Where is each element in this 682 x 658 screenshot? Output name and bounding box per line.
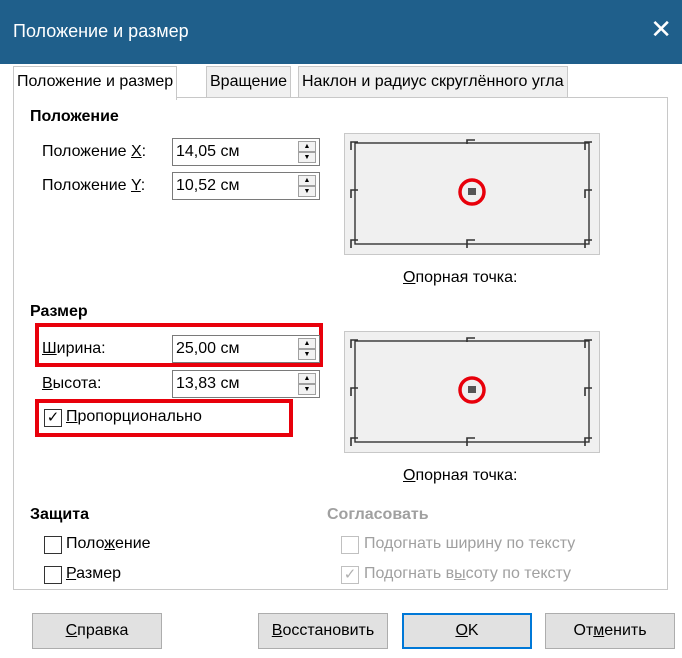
spin-down-icon[interactable]: ▼	[298, 349, 316, 360]
protect-position-label[interactable]: Положение	[66, 535, 151, 553]
tab-rotation[interactable]: Вращение	[206, 66, 292, 98]
spin-up-icon[interactable]: ▲	[298, 141, 316, 152]
keep-ratio-label[interactable]: Пропорционально	[66, 408, 202, 426]
protect-size-label[interactable]: Размер	[66, 565, 121, 583]
protect-size-checkbox[interactable]	[44, 566, 62, 584]
tab-position-size[interactable]: Положение и размер	[13, 66, 178, 100]
spin-down-icon[interactable]: ▼	[298, 152, 316, 163]
spin-up-icon[interactable]: ▲	[298, 338, 316, 349]
reference-frame-icon	[350, 139, 592, 248]
position-reference-point-grid[interactable]	[344, 133, 600, 255]
close-icon[interactable]: ✕	[650, 16, 672, 42]
spin-down-icon[interactable]: ▼	[298, 186, 316, 197]
spin-up-icon[interactable]: ▲	[298, 373, 316, 384]
position-reference-caption: Опорная точка:	[403, 269, 518, 286]
tab-slant-corner-radius[interactable]: Наклон и радиус скруглённого угла	[298, 66, 568, 98]
position-section-title: Положение	[30, 108, 119, 125]
reset-button[interactable]: Восстановить	[258, 613, 388, 649]
protect-section-title: Защита	[30, 506, 89, 523]
cancel-button[interactable]: Отменить	[545, 613, 675, 649]
fit-height-checkbox: ✓	[341, 566, 359, 584]
position-y-spinbox[interactable]: 10,52 см ▲ ▼	[172, 172, 320, 200]
spin-up-icon[interactable]: ▲	[298, 175, 316, 186]
fit-width-label: Подогнать ширину по тексту	[364, 535, 576, 552]
keep-ratio-checkbox[interactable]: ✓	[44, 409, 62, 427]
title-bar: Положение и размер ✕	[0, 0, 682, 64]
protect-position-checkbox[interactable]	[44, 536, 62, 554]
position-x-spinbox[interactable]: 14,05 см ▲ ▼	[172, 138, 320, 166]
spin-down-icon[interactable]: ▼	[298, 384, 316, 395]
position-y-label: Положение Y:	[42, 177, 146, 194]
size-section-title: Размер	[30, 303, 88, 320]
reference-frame-icon	[350, 337, 592, 446]
fit-width-checkbox	[341, 536, 359, 554]
height-spinbox[interactable]: 13,83 см ▲ ▼	[172, 370, 320, 398]
size-reference-point-grid[interactable]	[344, 331, 600, 453]
height-value[interactable]: 13,83 см	[176, 375, 239, 393]
size-reference-caption: Опорная точка:	[403, 467, 518, 484]
adapt-section-title: Согласовать	[327, 506, 429, 523]
help-button[interactable]: Справка	[32, 613, 162, 649]
position-y-value[interactable]: 10,52 см	[176, 177, 239, 195]
position-x-value[interactable]: 14,05 см	[176, 143, 239, 161]
width-spinbox[interactable]: 25,00 см ▲ ▼	[172, 335, 320, 363]
width-value[interactable]: 25,00 см	[176, 340, 239, 358]
position-x-label: Положение X:	[42, 143, 147, 160]
window-title: Положение и размер	[13, 21, 189, 41]
height-label: Высота:	[42, 375, 102, 392]
ok-button[interactable]: ОK	[402, 613, 532, 649]
width-label: Ширина:	[42, 340, 106, 357]
fit-height-label: Подогнать высоту по тексту	[364, 565, 572, 582]
